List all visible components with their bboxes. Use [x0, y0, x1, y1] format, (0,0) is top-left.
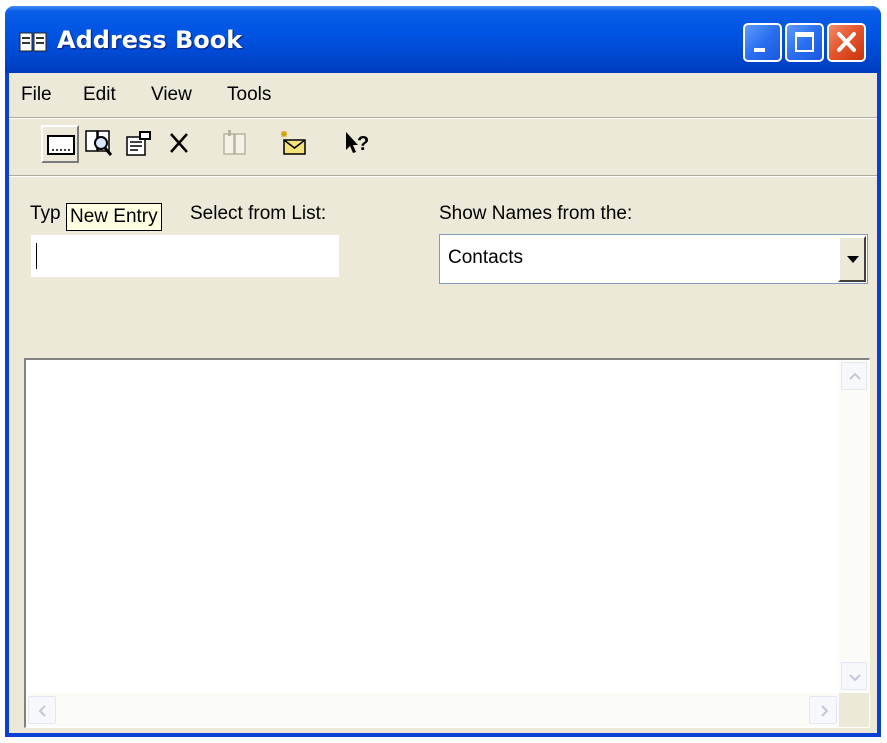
menu-divider [9, 117, 877, 119]
scroll-right-button[interactable] [809, 696, 837, 724]
minimize-button[interactable] [743, 23, 782, 62]
add-to-address-book-button [217, 125, 255, 163]
arrow-left-icon [38, 705, 46, 717]
address-book-window: Address Book File Edit View Tools ? Typ … [5, 6, 881, 737]
tooltip: New Entry [66, 203, 162, 231]
maximize-icon [795, 32, 814, 52]
horizontal-scrollbar[interactable] [26, 693, 839, 727]
menu-file[interactable]: File [21, 84, 52, 106]
close-icon [837, 32, 856, 52]
find-people-icon [85, 130, 113, 156]
scroll-up-button[interactable] [841, 362, 867, 390]
dropdown-button[interactable] [838, 236, 866, 282]
properties-icon [126, 131, 151, 156]
chevron-down-icon [847, 256, 859, 263]
new-message-button[interactable] [275, 125, 313, 163]
show-names-label: Show Names from the: [439, 203, 633, 224]
contacts-list[interactable] [24, 358, 870, 728]
name-label-head: Typ [30, 203, 61, 224]
toolbar-divider [9, 175, 877, 177]
show-names-dropdown[interactable]: Contacts [439, 234, 868, 284]
address-book-icon [19, 32, 47, 52]
arrow-right-icon [821, 705, 829, 717]
delete-icon [170, 133, 188, 153]
menu-bar: File Edit View Tools [9, 73, 877, 117]
new-entry-button[interactable] [41, 125, 79, 163]
close-button[interactable] [827, 23, 866, 62]
whats-this-help-button[interactable]: ? [339, 125, 377, 163]
menu-tools[interactable]: Tools [227, 84, 271, 106]
vertical-scrollbar[interactable] [839, 360, 869, 692]
new-entry-icon [47, 135, 75, 155]
menu-edit[interactable]: Edit [83, 84, 116, 106]
maximize-button[interactable] [785, 23, 824, 62]
client-area: File Edit View Tools ? Typ Select from L… [9, 73, 877, 733]
menu-view[interactable]: View [151, 84, 192, 106]
find-people-button[interactable] [81, 125, 119, 163]
new-message-icon [281, 131, 306, 155]
title-bar[interactable]: Address Book [5, 6, 881, 73]
whats-this-help-icon: ? [346, 132, 369, 155]
minimize-icon [754, 48, 765, 52]
delete-button[interactable] [161, 125, 199, 163]
name-input[interactable] [30, 234, 340, 278]
add-to-address-book-icon [223, 130, 246, 155]
svg-text:?: ? [357, 133, 369, 155]
scrollbar-corner [839, 693, 869, 727]
text-caret [36, 243, 37, 269]
show-names-selected: Contacts [448, 247, 523, 268]
scroll-left-button[interactable] [28, 696, 56, 724]
scroll-down-button[interactable] [841, 662, 867, 690]
toolbar: ? [9, 120, 877, 174]
name-label-tail: Select from List: [190, 203, 327, 224]
arrow-down-icon [849, 674, 861, 682]
window-title: Address Book [57, 26, 243, 54]
arrow-up-icon [849, 372, 861, 380]
properties-button[interactable] [121, 125, 159, 163]
